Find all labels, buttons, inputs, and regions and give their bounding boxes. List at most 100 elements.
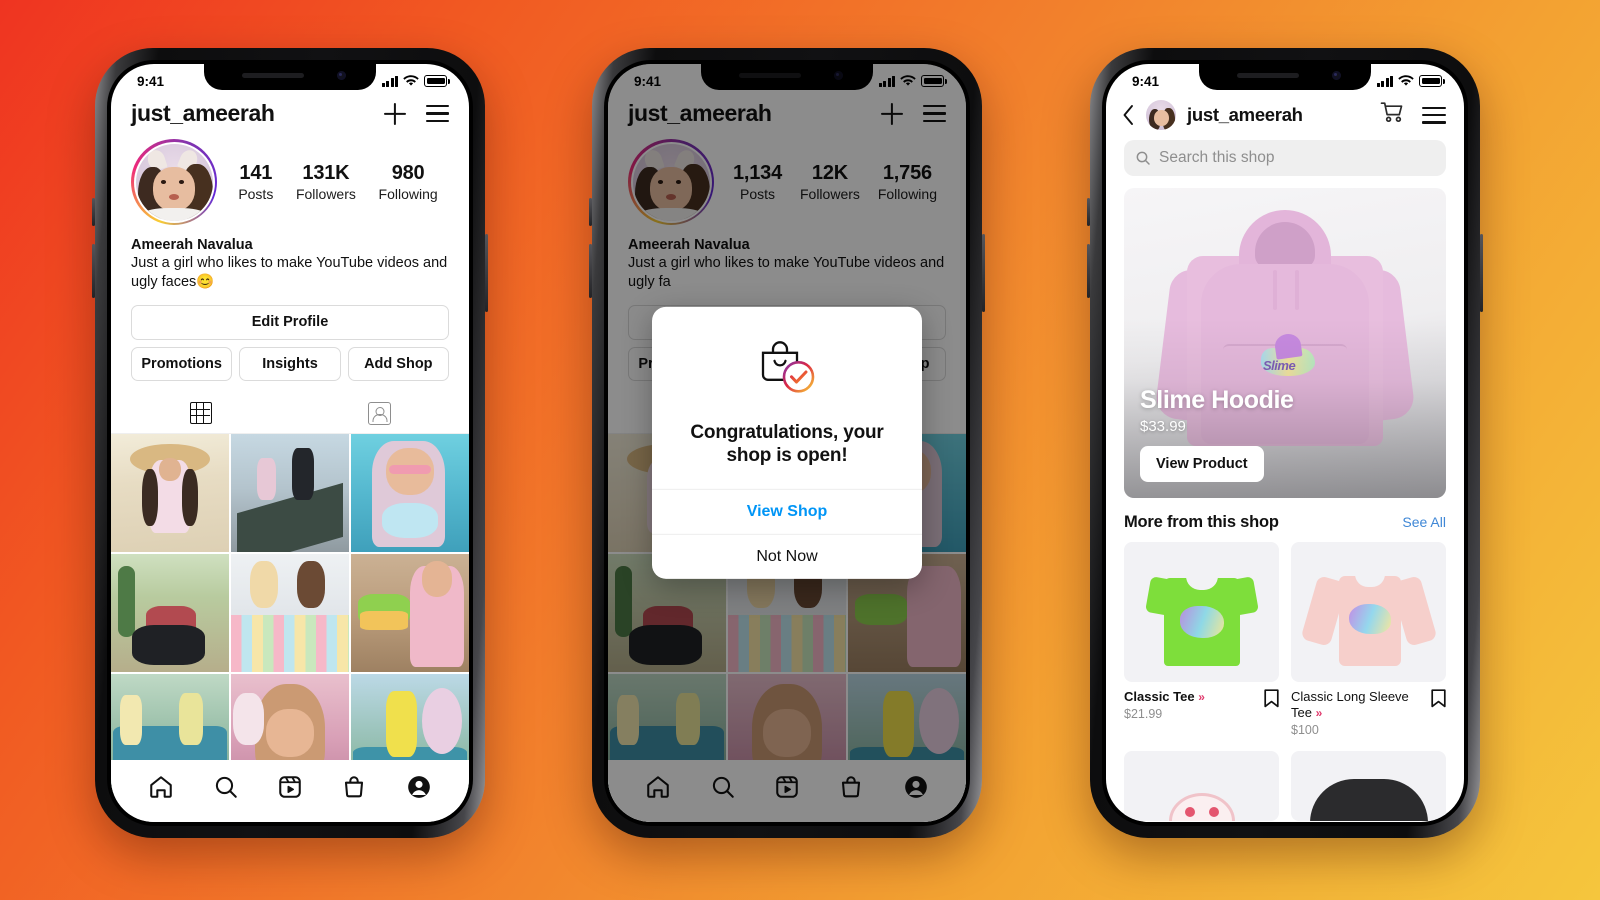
stat-followers[interactable]: 131K Followers (296, 162, 356, 202)
status-time: 9:41 (137, 73, 165, 89)
search-input[interactable]: Search this shop (1124, 140, 1446, 176)
avatar (135, 143, 213, 221)
stat-label: Following (378, 186, 438, 202)
profile-display-name: Ameerah Navalua (131, 237, 253, 253)
insights-button[interactable]: Insights (239, 346, 341, 382)
battery-full-icon (424, 75, 450, 87)
stat-value: 131K (302, 162, 350, 184)
battery-full-icon (1419, 75, 1445, 87)
hamburger-menu-icon[interactable] (426, 105, 449, 122)
grid-item[interactable] (351, 434, 469, 553)
grid-item[interactable] (111, 434, 229, 553)
front-camera (1332, 71, 1341, 80)
see-all-link[interactable]: See All (1402, 514, 1446, 530)
signal-bars-icon (1376, 75, 1393, 87)
product-image[interactable] (1291, 750, 1446, 821)
plus-icon[interactable] (384, 103, 406, 125)
status-indicators (1376, 75, 1445, 87)
tagged-photos-icon (368, 401, 391, 425)
stat-label: Posts (238, 186, 274, 202)
front-camera (337, 71, 346, 80)
wifi-icon (403, 75, 419, 86)
avatar-story-ring[interactable] (131, 139, 217, 225)
status-indicators (381, 75, 450, 87)
tab-grid[interactable] (111, 393, 290, 433)
product-price: $100 (1291, 722, 1319, 737)
notch (1199, 64, 1371, 90)
product-grid-next-row (1106, 737, 1464, 821)
product-price: $21.99 (1124, 706, 1163, 721)
phone-screen-confirmation: 9:41 just_ameerah 1,134 Posts 12K Follow… (608, 64, 966, 822)
phone-device-storefront: 9:41 just_ameerah Search this shop Slime… (1087, 48, 1483, 838)
classic-long-sleeve-tee-image (1299, 564, 1438, 668)
stat-value: 141 (239, 162, 273, 184)
reels-icon[interactable] (277, 774, 303, 800)
bottom-navigation (111, 760, 469, 822)
chevrons-right-icon: » (1315, 705, 1323, 720)
chevron-left-icon[interactable] (1122, 104, 1135, 126)
instagram-header: just_ameerah (111, 94, 469, 137)
shopping-cart-icon[interactable] (1380, 101, 1405, 129)
black-tee-image (1309, 778, 1428, 821)
chevrons-right-icon: » (1198, 690, 1205, 704)
shop-header: just_ameerah (1106, 94, 1464, 140)
profile-bio-text: Just a girl who likes to make YouTube vi… (131, 255, 448, 290)
search-placeholder: Search this shop (1159, 149, 1275, 166)
stat-value: 980 (391, 162, 425, 184)
product-meta: Classic Long Sleeve Tee » $100 (1291, 682, 1446, 737)
product-card[interactable]: Classic Long Sleeve Tee » $100 (1291, 542, 1446, 737)
profile-avatar-icon[interactable] (406, 774, 432, 800)
shop-username: just_ameerah (1187, 104, 1303, 125)
view-shop-button[interactable]: View Shop (652, 489, 922, 534)
profile-tabs (111, 393, 469, 435)
earpiece-speaker (242, 73, 304, 78)
profile-avatar-icon[interactable] (1146, 100, 1176, 130)
hero-text: Slime Hoodie $33.99 View Product (1140, 386, 1294, 482)
product-image (1291, 542, 1446, 682)
phone-screen-profile: 9:41 just_ameerah 141 Posts 131K Followe… (111, 64, 469, 822)
profile-bio: Ameerah Navalua Just a girl who likes to… (111, 225, 469, 291)
grid-item[interactable] (351, 554, 469, 673)
profile-stats: 141 Posts 131K Followers 980 Following (217, 162, 449, 202)
not-now-button[interactable]: Not Now (652, 534, 922, 579)
grid-item[interactable] (231, 554, 349, 673)
product-grid: Classic Tee » $21.99 Classic Long Sleeve… (1106, 532, 1464, 737)
product-meta: Classic Tee » $21.99 (1124, 682, 1279, 721)
search-icon (1136, 151, 1150, 165)
dialog-title: Congratulations, your shop is open! (690, 421, 884, 466)
grid-item[interactable] (231, 434, 349, 553)
featured-product-card[interactable]: Slime Slime Hoodie $33.99 View Product (1124, 188, 1446, 498)
home-icon[interactable] (148, 774, 174, 800)
view-product-button[interactable]: View Product (1140, 446, 1264, 482)
power-button[interactable] (1480, 234, 1483, 312)
profile-summary-row: 141 Posts 131K Followers 980 Following (111, 137, 469, 225)
bookmark-icon[interactable] (1264, 689, 1279, 708)
grid-icon (189, 402, 212, 425)
search-icon[interactable] (213, 774, 239, 800)
bookmark-icon[interactable] (1431, 689, 1446, 708)
power-button[interactable] (982, 234, 985, 312)
stat-posts[interactable]: 141 Posts (238, 162, 273, 202)
hero-product-title: Slime Hoodie (1140, 386, 1294, 414)
power-button[interactable] (485, 234, 488, 312)
photo-grid (111, 434, 469, 793)
hero-product-price: $33.99 (1140, 418, 1186, 435)
product-card[interactable]: Classic Tee » $21.99 (1124, 542, 1279, 737)
promotions-button[interactable]: Promotions (131, 346, 233, 382)
section-title: More from this shop (1124, 513, 1279, 531)
product-name-row: Classic Long Sleeve Tee » (1291, 689, 1425, 721)
add-shop-button[interactable]: Add Shop (347, 346, 449, 382)
grid-item[interactable] (111, 554, 229, 673)
tab-tagged[interactable] (290, 393, 469, 433)
hamburger-menu-icon[interactable] (1422, 106, 1446, 124)
classic-tee-image (1144, 564, 1259, 668)
header-actions (384, 103, 449, 125)
edit-profile-button[interactable]: Edit Profile (131, 305, 449, 340)
stat-following[interactable]: 980 Following (379, 162, 438, 202)
more-from-shop-header: More from this shop See All (1106, 498, 1464, 532)
dialog-body: Congratulations, your shop is open! (652, 307, 922, 489)
product-name: Classic Long Sleeve Tee (1291, 689, 1409, 720)
product-image[interactable] (1124, 750, 1279, 821)
shop-bag-icon[interactable] (341, 774, 367, 800)
phone-screen-storefront: 9:41 just_ameerah Search this shop Slime… (1106, 64, 1464, 822)
